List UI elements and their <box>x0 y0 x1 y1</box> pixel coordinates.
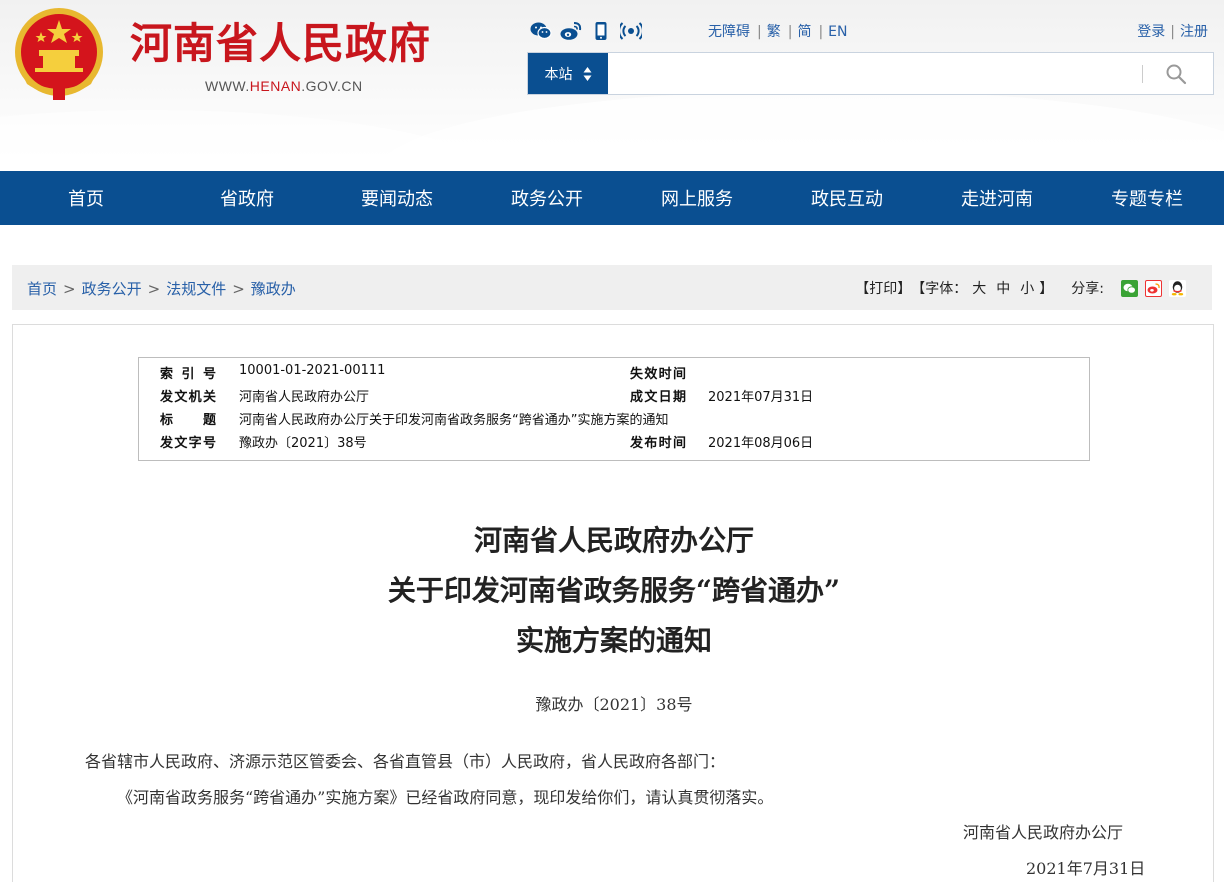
index-number-value: 10001-01-2021-00111 <box>239 363 386 378</box>
breadcrumb-home[interactable]: 首页 <box>27 280 57 298</box>
breadcrumb-separator: > <box>147 280 161 298</box>
search-bar: 本站 <box>527 52 1214 95</box>
document-title-line-2: 关于印发河南省政务服务“跨省通办” <box>387 574 841 607</box>
font-large-button[interactable]: 大 <box>972 278 986 298</box>
article-content: 索引号 10001-01-2021-00111 失效时间 发文机关 河南省人民政… <box>12 324 1214 882</box>
search-divider <box>1142 65 1143 83</box>
sort-arrows-icon <box>583 66 591 81</box>
nav-item-about-henan[interactable]: 走进河南 <box>922 171 1072 225</box>
broadcast-icon[interactable] <box>620 20 642 42</box>
main-nav: 首页 省政府 要闻动态 政务公开 网上服务 政民互动 走进河南 专题专栏 <box>0 171 1224 225</box>
print-button[interactable]: 【打印】 <box>855 278 911 298</box>
register-link[interactable]: 注册 <box>1180 24 1208 40</box>
created-date-label: 成文日期 <box>630 390 686 405</box>
nav-item-government-affairs[interactable]: 政务公开 <box>472 171 622 225</box>
issuer-label: 发文机关 <box>160 390 216 405</box>
meta-row: 标题 河南省人民政府办公厅关于印发河南省政务服务“跨省通办”实施方案的通知 <box>139 409 1089 432</box>
document-title-line-3: 实施方案的通知 <box>515 624 712 657</box>
search-icon[interactable] <box>1164 62 1188 86</box>
body-paragraph: 《河南省政务服务“跨省通办”实施方案》已经省政府同意，现印发给你们，请认真贯彻落… <box>117 788 774 807</box>
breadcrumb-regulations[interactable]: 法规文件 <box>166 280 226 298</box>
page-tools: 【打印】 【字体： 大 中 小 】 分享: <box>855 278 1186 298</box>
font-size-close: 】 <box>1039 281 1054 297</box>
site-url: WWW.HENAN.GOV.CN <box>205 78 363 94</box>
separator: | <box>818 24 824 40</box>
issuer-value: 河南省人民政府办公厅 <box>239 390 370 405</box>
wechat-share-icon[interactable] <box>1121 279 1138 297</box>
index-number-label: 索引号 <box>160 367 216 382</box>
separator: | <box>1170 24 1175 40</box>
auth-links: 登录 | 注册 <box>1137 21 1208 41</box>
nav-item-special-topics[interactable]: 专题专栏 <box>1072 171 1222 225</box>
expiry-label: 失效时间 <box>630 367 686 382</box>
weibo-share-icon[interactable] <box>1145 279 1162 297</box>
signature: 河南省人民政府办公厅 <box>963 823 1124 842</box>
national-emblem-logo[interactable] <box>13 6 105 102</box>
separator: | <box>757 24 762 40</box>
weibo-icon[interactable] <box>560 20 582 42</box>
site-header: 河南省人民政府 WWW.HENAN.GOV.CN 无障碍 | 繁 | 简 | EN 登录 | 注… <box>0 0 1224 171</box>
search-input[interactable] <box>610 55 1140 92</box>
nav-item-news[interactable]: 要闻动态 <box>322 171 472 225</box>
font-size-label: 【字体： <box>911 281 968 297</box>
site-url-suffix: .GOV.CN <box>301 78 363 94</box>
traditional-chinese-link[interactable]: 繁 <box>767 24 781 40</box>
document-number-value: 豫政办〔2021〕38号 <box>239 436 367 451</box>
mobile-icon[interactable] <box>590 20 612 42</box>
header-decoration <box>380 90 1224 171</box>
site-title[interactable]: 河南省人民政府 <box>130 18 431 70</box>
social-links <box>530 20 642 42</box>
search-scope-label: 本站 <box>544 66 573 83</box>
wechat-icon[interactable] <box>530 20 552 42</box>
document-metadata-table: 索引号 10001-01-2021-00111 失效时间 发文机关 河南省人民政… <box>138 357 1090 461</box>
title-value: 河南省人民政府办公厅关于印发河南省政务服务“跨省通办”实施方案的通知 <box>239 413 669 428</box>
breadcrumb: 首页 > 政务公开 > 法规文件 > 豫政办 <box>27 278 296 299</box>
site-url-brand: HENAN <box>249 78 302 94</box>
simplified-chinese-link[interactable]: 简 <box>797 24 811 40</box>
meta-row: 索引号 10001-01-2021-00111 失效时间 <box>139 363 1089 386</box>
font-small-button[interactable]: 小 <box>1020 278 1034 298</box>
font-medium-button[interactable]: 中 <box>996 278 1010 298</box>
english-link[interactable]: EN <box>828 24 847 40</box>
document-number: 豫政办〔2021〕38号 <box>535 695 693 714</box>
breadcrumb-separator: > <box>232 280 245 298</box>
qq-share-icon[interactable] <box>1169 279 1186 297</box>
nav-item-provincial-government[interactable]: 省政府 <box>172 171 322 225</box>
login-link[interactable]: 登录 <box>1137 24 1165 40</box>
document-number-label: 发文字号 <box>160 436 216 451</box>
search-scope-select[interactable]: 本站 <box>528 53 608 94</box>
share-label: 分享: <box>1071 281 1104 297</box>
published-date-label: 发布时间 <box>630 436 686 451</box>
salutation: 各省辖市人民政府、济源示范区管委会、各省直管县（市）人民政府，省人民政府各部门： <box>85 752 726 771</box>
title-label: 标题 <box>160 413 216 428</box>
site-url-prefix: WWW. <box>205 78 250 94</box>
nav-item-home[interactable]: 首页 <box>0 171 172 225</box>
breadcrumb-bar: 首页 > 政务公开 > 法规文件 > 豫政办 【打印】 【字体： 大 中 小 】 分享: <box>12 265 1212 310</box>
nav-item-interaction[interactable]: 政民互动 <box>772 171 922 225</box>
language-links: 无障碍 | 繁 | 简 | EN <box>708 21 849 41</box>
created-date-value: 2021年07月31日 <box>708 390 814 405</box>
nav-item-online-services[interactable]: 网上服务 <box>622 171 772 225</box>
header-decoration <box>0 110 500 171</box>
published-date-value: 2021年08月06日 <box>708 436 814 451</box>
breadcrumb-yuzhengban[interactable]: 豫政办 <box>251 280 296 298</box>
separator: | <box>787 24 793 40</box>
accessibility-link[interactable]: 无障碍 <box>708 24 750 40</box>
meta-row: 发文字号 豫政办〔2021〕38号 发布时间 2021年08月06日 <box>139 432 1089 455</box>
breadcrumb-separator: > <box>63 280 76 298</box>
meta-row: 发文机关 河南省人民政府办公厅 成文日期 2021年07月31日 <box>139 386 1089 409</box>
document-date: 2021年7月31日 <box>1026 859 1146 878</box>
breadcrumb-government-affairs[interactable]: 政务公开 <box>82 280 142 298</box>
document-title-line-1: 河南省人民政府办公厅 <box>473 524 754 557</box>
